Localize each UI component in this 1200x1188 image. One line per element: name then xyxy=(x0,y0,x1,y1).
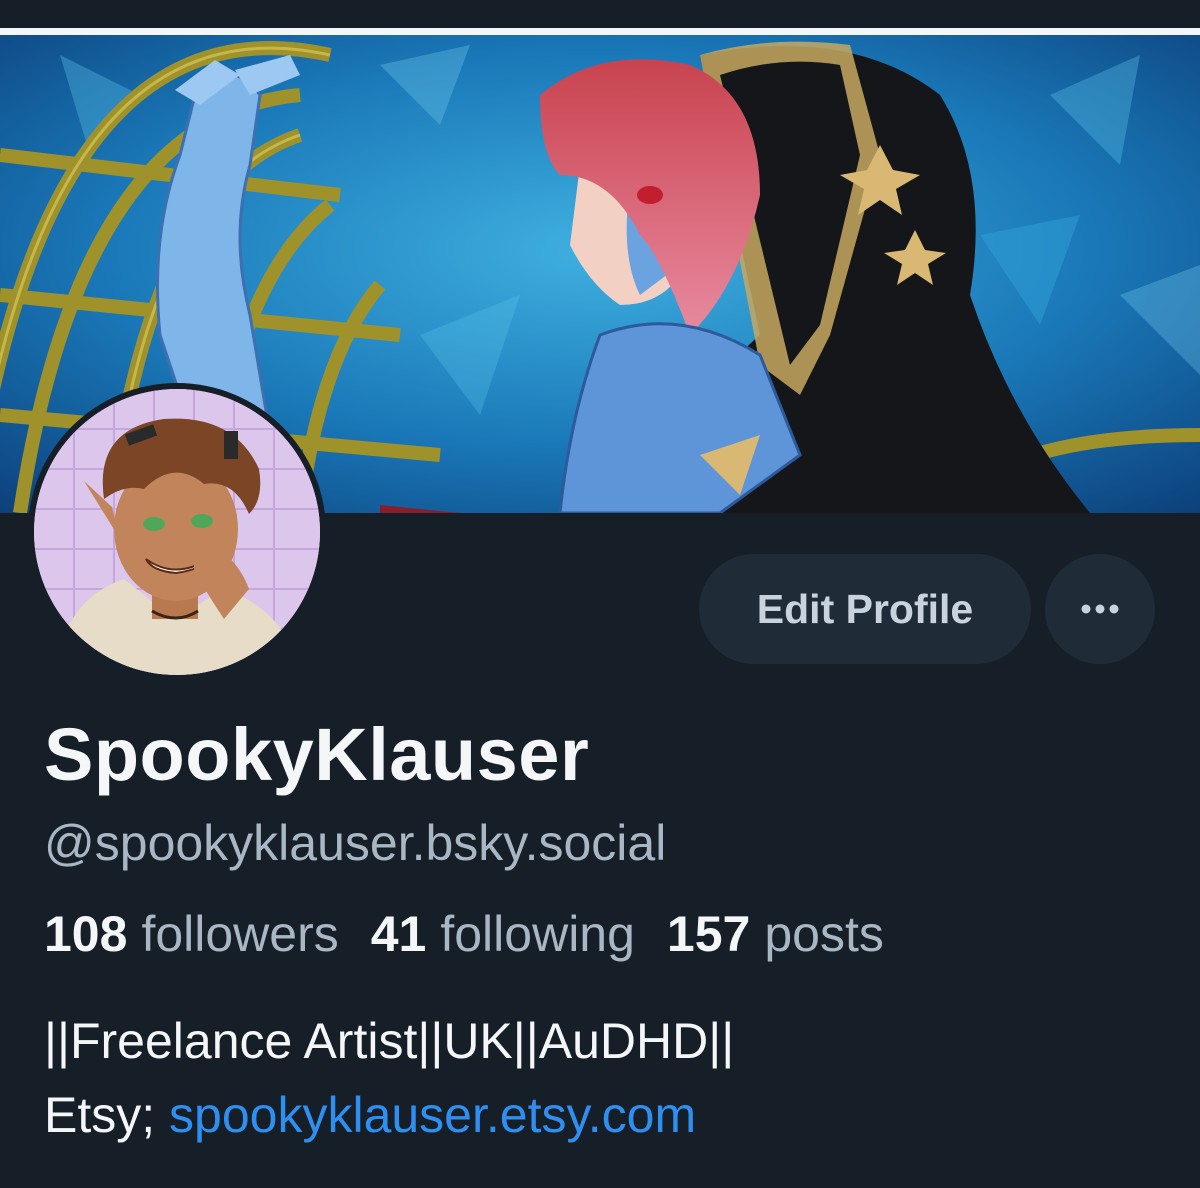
edit-profile-label: Edit Profile xyxy=(756,585,974,632)
bio-link-line: Etsy; spookyklauser.etsy.com xyxy=(44,1086,696,1144)
following-stat[interactable]: 41 following xyxy=(371,905,635,963)
top-bar xyxy=(0,0,1200,28)
top-divider xyxy=(0,28,1200,35)
posts-label: posts xyxy=(764,906,884,962)
more-options-button[interactable] xyxy=(1045,554,1155,664)
etsy-link[interactable]: spookyklauser.etsy.com xyxy=(169,1087,696,1143)
avatar-image xyxy=(34,389,320,675)
bio-line: ||Freelance Artist||UK||AuDHD|| xyxy=(44,1013,735,1069)
edit-profile-button[interactable]: Edit Profile xyxy=(699,554,1031,664)
posts-stat: 157 posts xyxy=(667,905,884,963)
followers-label: followers xyxy=(141,906,339,962)
bio-link-prefix: Etsy; xyxy=(44,1087,170,1143)
followers-count: 108 xyxy=(44,906,128,962)
user-handle[interactable]: @spookyklauser.bsky.social xyxy=(44,814,666,872)
profile-stats: 108 followers 41 following 157 posts xyxy=(44,905,916,963)
following-count: 41 xyxy=(370,906,427,962)
followers-stat[interactable]: 108 followers xyxy=(44,905,339,963)
avatar-illustration xyxy=(34,389,320,675)
ellipsis-icon xyxy=(1081,604,1119,614)
avatar[interactable] xyxy=(28,383,326,681)
display-name: SpookyKlauser xyxy=(44,713,590,796)
following-label: following xyxy=(440,906,635,962)
posts-count: 157 xyxy=(666,906,751,962)
profile-page: Edit Profile SpookyKlauser @spookyklause… xyxy=(0,0,1200,1188)
